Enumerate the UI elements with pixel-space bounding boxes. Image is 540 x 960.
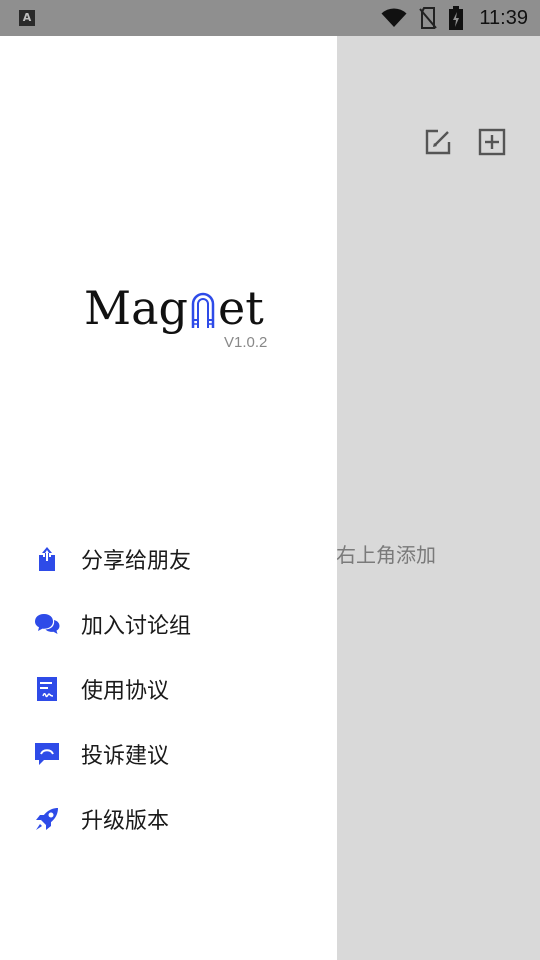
status-bar: A 11:39 [0, 0, 540, 36]
rocket-icon [36, 807, 58, 830]
document-icon [37, 676, 57, 701]
chat-icon [35, 613, 60, 634]
menu-item-upgrade[interactable]: 升级版本 [0, 786, 337, 851]
menu-label: 投诉建议 [81, 743, 170, 769]
share-icon [39, 546, 55, 571]
logo-text-end: et [217, 281, 264, 335]
menu-item-join-group[interactable]: 加入讨论组 [0, 591, 337, 656]
menu-label: 加入讨论组 [81, 613, 192, 639]
magnet-icon [191, 292, 215, 328]
menu-item-feedback[interactable]: 投诉建议 [0, 721, 337, 786]
navigation-drawer: Mag et V1.0.2 分享给朋友 加入讨论组 使用协议 投诉建议 升级版本 [0, 36, 337, 960]
menu-label: 分享给朋友 [81, 548, 192, 574]
logo-text-start: Mag [84, 281, 188, 335]
add-icon[interactable] [478, 128, 506, 156]
keyboard-notification-icon: A [19, 10, 35, 26]
feedback-icon [35, 742, 59, 765]
empty-hint: 右上角添加 [336, 543, 436, 567]
battery-charging-icon [449, 6, 464, 30]
menu-item-share[interactable]: 分享给朋友 [0, 526, 337, 591]
menu-item-user-agreement[interactable]: 使用协议 [0, 656, 337, 721]
app-version: V1.0.2 [224, 334, 268, 351]
drawer-menu: 分享给朋友 加入讨论组 使用协议 投诉建议 升级版本 [0, 526, 337, 851]
wifi-icon [381, 8, 407, 27]
menu-label: 使用协议 [81, 678, 170, 704]
no-sim-icon [419, 7, 438, 29]
status-icons: 11:39 [381, 0, 528, 36]
menu-label: 升级版本 [81, 808, 170, 834]
edit-icon[interactable] [424, 128, 452, 156]
app-logo: Mag et V1.0.2 [84, 278, 274, 358]
status-time: 11:39 [479, 6, 528, 29]
